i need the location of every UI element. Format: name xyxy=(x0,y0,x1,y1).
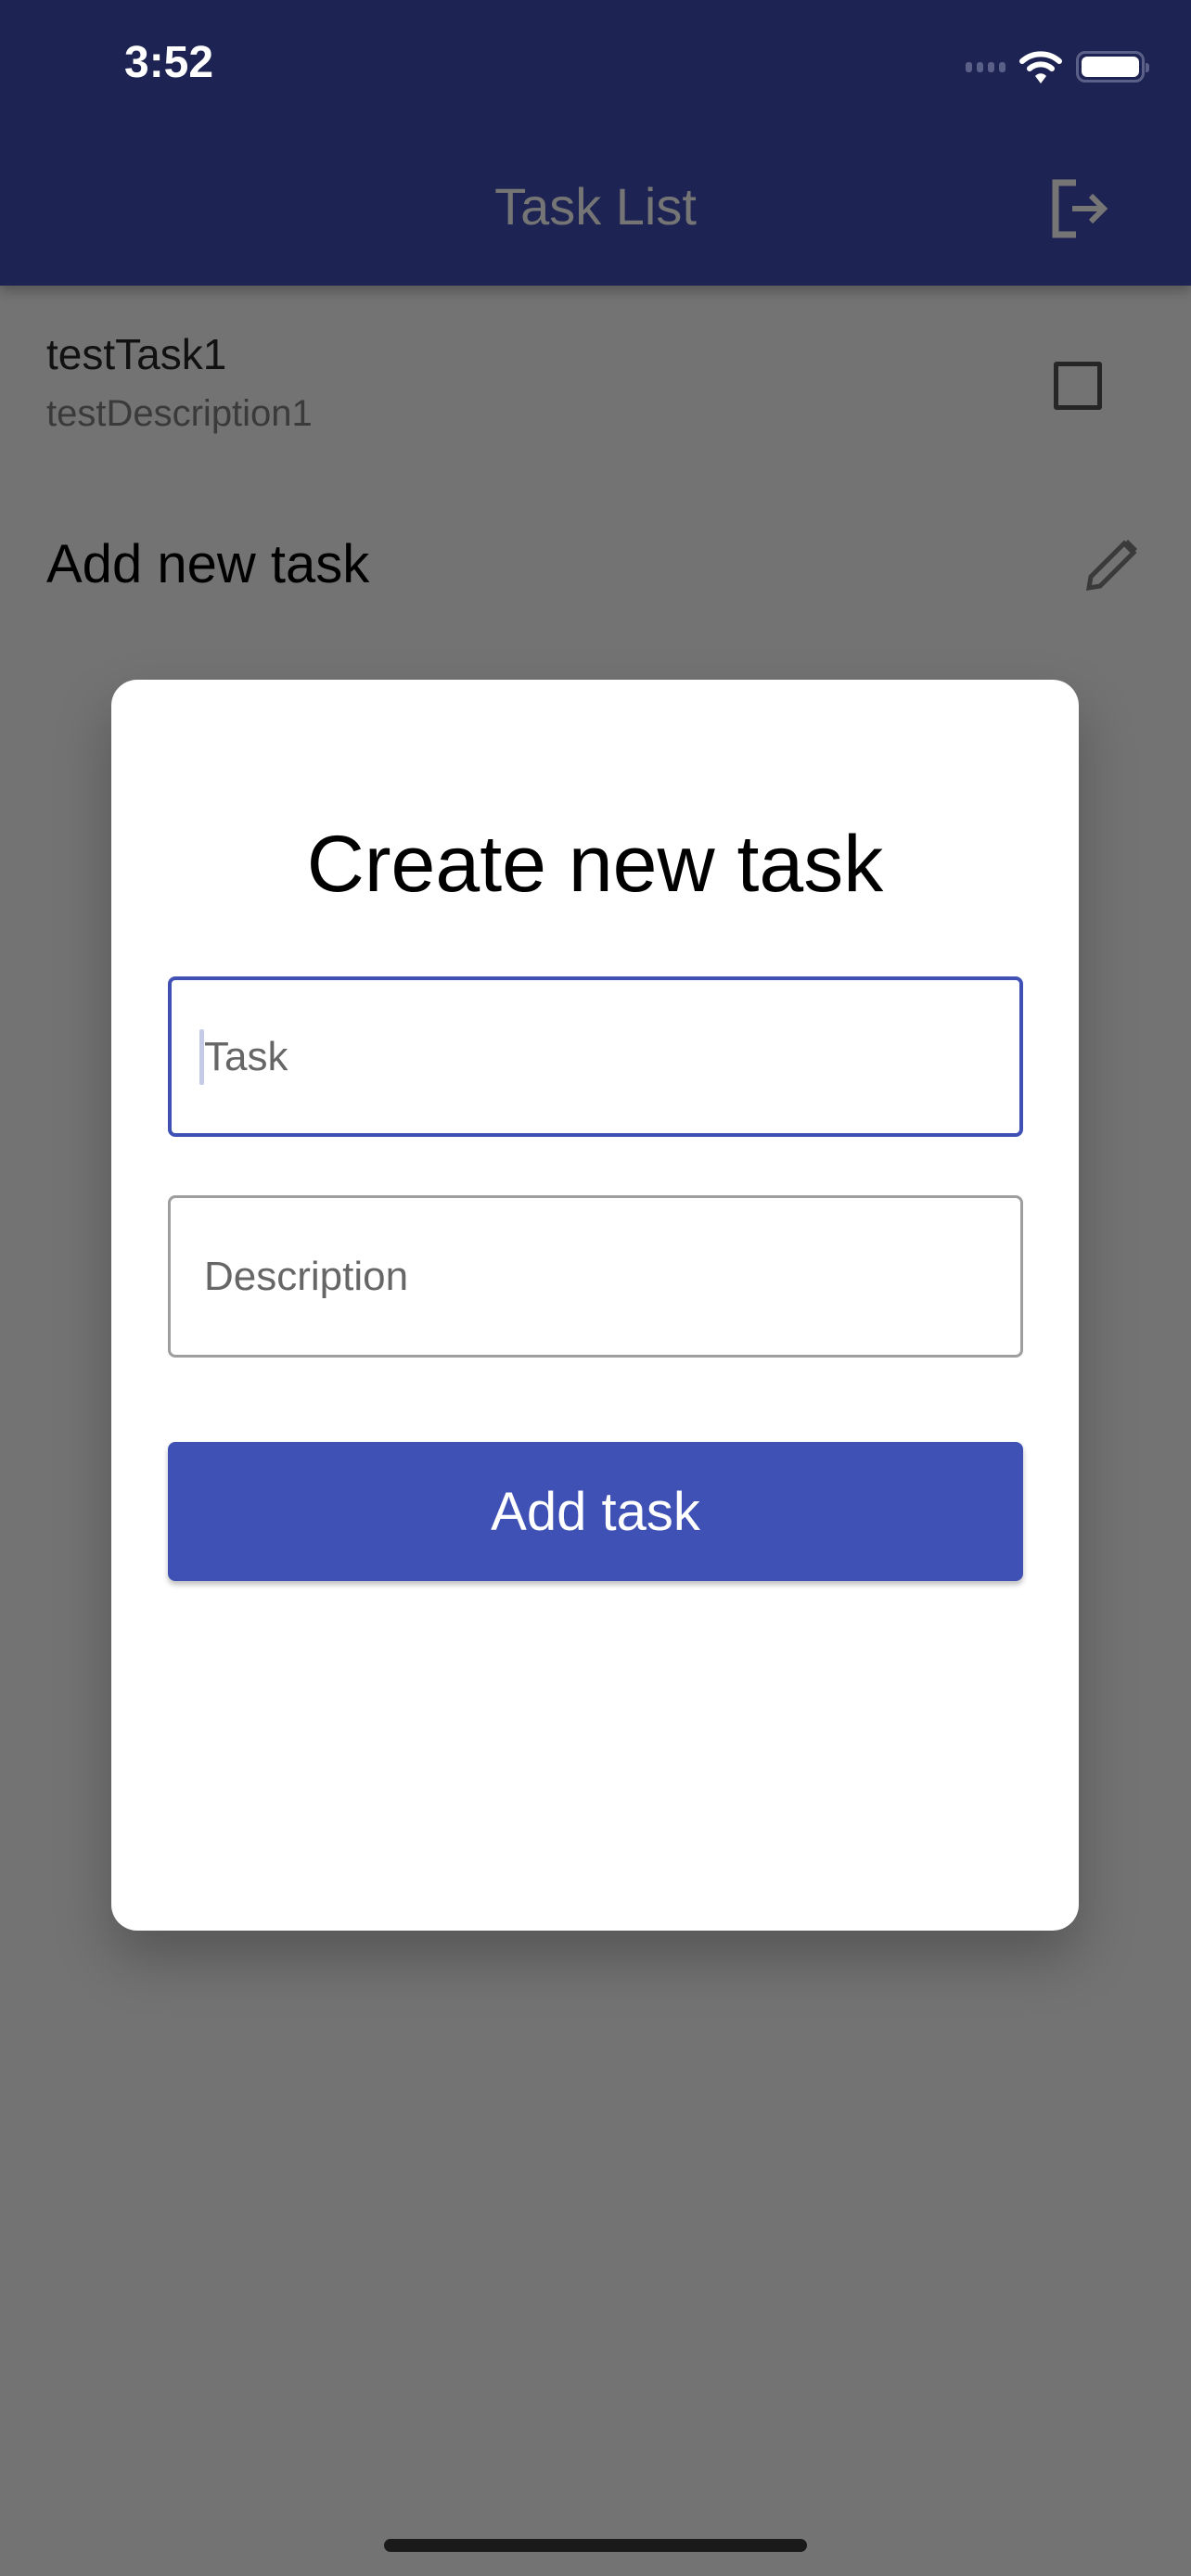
add-task-button[interactable]: Add task xyxy=(168,1442,1023,1581)
logout-icon[interactable] xyxy=(1048,178,1113,239)
wifi-icon xyxy=(1019,51,1062,83)
create-task-dialog: Create new task Task Description Add tas… xyxy=(111,680,1079,1931)
status-icons xyxy=(966,48,1149,85)
task-title: testTask1 xyxy=(46,330,227,378)
status-time: 3:52 xyxy=(124,38,214,87)
task-checkbox[interactable] xyxy=(1054,362,1102,410)
dialog-title: Create new task xyxy=(306,820,884,909)
task-description: testDescription1 xyxy=(46,393,313,434)
page-title: Task List xyxy=(494,177,697,236)
battery-icon xyxy=(1076,51,1149,83)
task-input[interactable]: Task xyxy=(168,976,1023,1137)
app-bar: 3:52 Task List xyxy=(0,0,1191,286)
description-input[interactable]: Description xyxy=(168,1195,1023,1358)
home-indicator[interactable] xyxy=(384,2539,807,2552)
signal-icon xyxy=(966,61,1005,72)
task-placeholder: Task xyxy=(204,1033,288,1079)
pencil-icon[interactable] xyxy=(1083,536,1141,593)
description-placeholder: Description xyxy=(204,1253,409,1299)
add-new-task-label: Add new task xyxy=(46,534,370,594)
